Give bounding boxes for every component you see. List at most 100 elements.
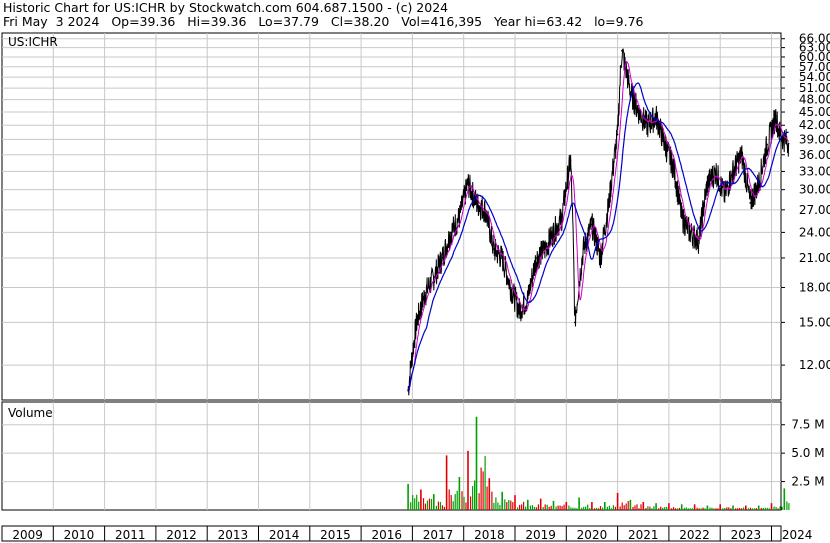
x-tick-label: 2017	[423, 528, 454, 542]
volume-bar	[523, 501, 525, 510]
volume-bar	[751, 508, 753, 510]
price-point	[663, 143, 666, 146]
volume-bar	[770, 503, 773, 510]
volume-bar	[743, 507, 745, 510]
volume-bar	[512, 502, 514, 510]
volume-bar	[555, 506, 557, 510]
x-tick-label: 2023	[731, 528, 762, 542]
price-point	[646, 124, 649, 126]
volume-bar	[687, 508, 689, 510]
volume-bar	[565, 502, 568, 510]
volume-bar	[680, 504, 683, 510]
volume-bar	[506, 502, 508, 510]
volume-bar	[614, 506, 616, 510]
volume-bar	[755, 508, 757, 510]
volume-bar	[747, 508, 749, 510]
volume-bar	[666, 506, 668, 510]
volume-bar	[599, 506, 602, 510]
volume-bar	[786, 501, 788, 510]
volume-bar	[732, 505, 734, 510]
price-point	[689, 231, 692, 234]
volume-bar	[773, 506, 775, 510]
x-tick-label: 2015	[320, 528, 351, 542]
volume-bar	[548, 506, 550, 510]
price-point	[599, 257, 602, 259]
volume-bar	[693, 504, 696, 510]
volume-bar	[572, 507, 574, 510]
volume-bar	[775, 507, 777, 510]
volume-bar	[424, 503, 427, 510]
volume-bar	[531, 505, 533, 510]
volume-bar	[696, 507, 698, 510]
volume-bar	[499, 504, 501, 510]
volume-bar	[715, 508, 717, 510]
volume-panel: Volume 2.5 M 5.0 M 7.5 M	[1, 401, 825, 511]
volume-bar	[587, 504, 589, 510]
volume-bar	[766, 507, 768, 510]
volume-bar	[647, 506, 649, 510]
volume-bar	[629, 499, 632, 510]
price-tick-label: 33.00	[799, 164, 830, 178]
price-point	[450, 231, 452, 234]
volume-bar	[552, 500, 555, 510]
volume-bar	[619, 506, 621, 510]
volume-bar	[781, 506, 783, 510]
volume-bar	[634, 505, 636, 510]
volume-bar	[508, 500, 510, 510]
volume-bar	[422, 498, 425, 510]
volume-bar	[645, 508, 647, 510]
volume-bar	[491, 491, 493, 510]
price-point	[544, 248, 546, 250]
volume-bar	[414, 498, 416, 510]
price-point	[621, 49, 623, 52]
volume-bar	[583, 506, 585, 510]
volume-bar	[760, 507, 762, 510]
volume-bar	[501, 491, 503, 510]
volume-bar	[722, 508, 724, 510]
volume-bar	[610, 508, 612, 510]
price-point	[441, 257, 444, 259]
volume-bar	[749, 507, 751, 510]
volume-bar	[527, 499, 529, 510]
price-tick-label: 27.00	[799, 203, 830, 217]
volume-bar	[433, 494, 435, 510]
x-tick-label: 2020	[577, 528, 608, 542]
volume-bar	[546, 504, 548, 510]
volume-bar	[660, 506, 662, 510]
price-point	[518, 309, 521, 311]
volume-bar	[542, 507, 544, 510]
volume-bar	[745, 505, 747, 510]
price-point	[629, 91, 632, 93]
volume-tick-label: 5.0 M	[791, 446, 824, 460]
volume-bar	[563, 504, 565, 510]
volume-panel-frame	[1, 401, 782, 511]
price-point	[415, 321, 418, 324]
price-point	[475, 202, 478, 204]
volume-bar	[724, 508, 726, 510]
volume-bar	[768, 508, 770, 510]
volume-bar	[578, 497, 580, 510]
volume-bar	[521, 504, 523, 510]
volume-bar	[719, 504, 721, 510]
volume-bar	[576, 508, 578, 510]
volume-bar	[702, 507, 704, 510]
volume-bar	[757, 505, 760, 510]
x-tick-label: 2022	[679, 528, 710, 542]
price-point	[467, 182, 469, 185]
volume-bar	[625, 503, 627, 510]
volume-y-ticks: 2.5 M 5.0 M 7.5 M	[781, 418, 825, 489]
price-point	[680, 216, 683, 218]
volume-bar	[604, 502, 606, 510]
price-point	[740, 154, 743, 156]
volume-panel-title: Volume	[8, 406, 53, 420]
volume-bar	[788, 503, 790, 510]
volume-bar	[475, 416, 478, 510]
volume-bar	[597, 508, 600, 510]
price-point	[787, 142, 790, 145]
volume-bar	[435, 505, 437, 510]
volume-bar	[655, 503, 657, 510]
volume-bar	[443, 506, 445, 510]
volume-bar	[581, 507, 583, 510]
volume-bar	[627, 501, 629, 510]
volume-bar	[653, 506, 655, 510]
